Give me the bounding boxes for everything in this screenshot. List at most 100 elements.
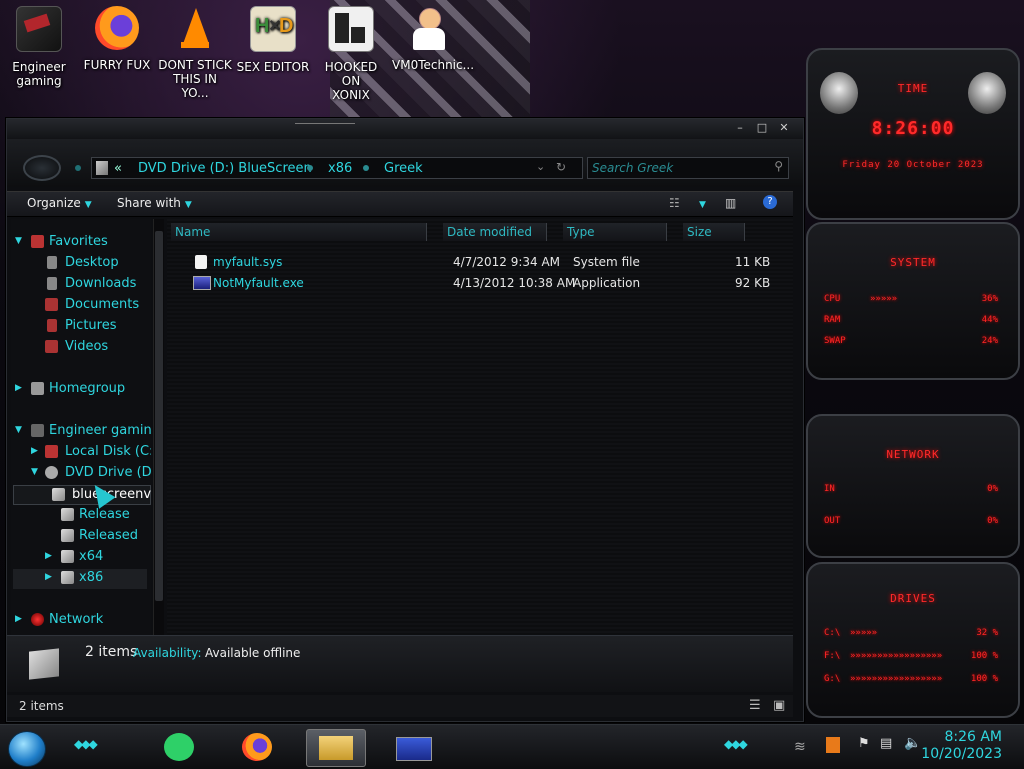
desktop-icon-engineer-gaming[interactable]: Engineer gaming [2, 6, 76, 88]
file-row[interactable]: NotMyfault.exe 4/13/2012 10:38 AM Applic… [187, 274, 787, 294]
desktop-icon-label: DONT STICK THIS IN YO... [158, 58, 232, 100]
start-button[interactable] [8, 731, 46, 767]
taskbar-bluescreenview[interactable] [384, 729, 442, 765]
show-hidden-icons[interactable]: ≋ [794, 739, 806, 755]
view-dropdown-icon[interactable]: ▼ [695, 196, 706, 210]
explorer-window[interactable]: – □ ✕ « DVD Drive (D:) BlueScreen x86 Gr… [6, 118, 804, 722]
nav-scrollbar-thumb[interactable] [155, 231, 163, 601]
nav-scrollbar[interactable] [153, 219, 164, 635]
file-row[interactable]: myfault.sys 4/7/2012 9:34 AM System file… [187, 253, 787, 273]
expand-arrow-icon[interactable]: ▶ [45, 572, 52, 582]
details-item-count: 2 items [85, 644, 138, 660]
taskbar-notes-app[interactable] [150, 729, 208, 765]
file-type: System file [573, 255, 640, 269]
search-box[interactable]: ⚲ [587, 157, 789, 179]
breadcrumb-separator[interactable] [363, 165, 369, 171]
desktop-icon-label: SEX EDITOR [236, 60, 310, 74]
pictures-icon [47, 319, 57, 332]
drive-f-label: F:\ [824, 651, 841, 661]
nav-label: Downloads [65, 276, 137, 291]
taskbar-decoration: ◆◆◆ [74, 737, 98, 751]
command-bar: Organize ▼ Share with ▼ ☷ ▼ ▥ ? [7, 191, 793, 217]
nav-label: x86 [79, 570, 104, 585]
share-with-button[interactable]: Share with ▼ [117, 196, 192, 210]
address-dropdown-icon[interactable]: ⌄ [536, 160, 545, 173]
desktop-icon-label: HOOKED ON XONIX [324, 60, 378, 102]
expand-arrow-icon[interactable]: ▶ [31, 446, 38, 456]
availability-label: Availability: [133, 646, 202, 660]
breadcrumb-greek[interactable]: Greek [384, 161, 423, 176]
file-name: myfault.sys [213, 255, 283, 269]
drives-widget: DRIVES C:\ »»»»» 32 % F:\ »»»»»»»»»»»»»»… [806, 562, 1020, 718]
organize-button[interactable]: Organize ▼ [27, 196, 92, 210]
volume-icon[interactable]: 🔈 [904, 735, 921, 751]
availability-value: Available offline [205, 646, 301, 660]
breadcrumb-x86[interactable]: x86 [328, 161, 352, 176]
back-button[interactable] [23, 155, 61, 181]
tray-app-icon[interactable] [826, 737, 840, 753]
expand-arrow-icon[interactable]: ▶ [45, 551, 52, 561]
desktop-icon-furry-fux[interactable]: FURRY FUX [80, 6, 154, 72]
doctor-icon [407, 6, 451, 50]
title-bar[interactable]: – □ ✕ [7, 119, 803, 140]
column-header-date[interactable]: Date modified [443, 223, 547, 241]
column-header-name[interactable]: Name [171, 223, 427, 241]
taskbar-clock[interactable]: 8:26 AM 10/20/2023 [921, 729, 1002, 763]
folder-icon [61, 571, 74, 584]
folder-icon [61, 550, 74, 563]
vlc-icon [173, 6, 217, 50]
details-view-icon[interactable]: ☰ [749, 698, 761, 713]
net-out-label: OUT [824, 516, 841, 526]
nav-x86[interactable]: ▶ x86 [13, 569, 147, 589]
recent-pages-button[interactable] [75, 165, 81, 171]
desktop-icon-hooked-on-xonix[interactable]: HOOKED ON XONIX [314, 6, 388, 102]
status-item-count: 2 items [19, 699, 64, 713]
desktop-icon [47, 256, 57, 269]
breadcrumb-separator[interactable] [307, 165, 313, 171]
desktop-icon-dont-stick[interactable]: DONT STICK THIS IN YO... [158, 6, 232, 100]
drive-f-bar: »»»»»»»»»»»»»»»»» [850, 651, 943, 661]
taskbar-firefox[interactable] [230, 729, 288, 765]
organize-label: Organize [27, 196, 81, 210]
desktop-icon-vm0technic[interactable]: VM0Technic... [392, 6, 474, 72]
navigation-pane: ▼ Favorites Desktop Downloads Documents … [11, 219, 151, 635]
file-list[interactable]: Name Date modified Type Size myfault.sys… [167, 219, 793, 635]
address-chevron[interactable]: « [114, 161, 122, 176]
refresh-icon[interactable]: ↻ [556, 160, 566, 174]
computer-icon [31, 424, 44, 437]
view-options-icon[interactable]: ☷ [669, 196, 680, 210]
nav-label: Local Disk (C:) [65, 444, 151, 459]
flag-icon[interactable]: ⚑ [858, 736, 870, 751]
large-icons-view-icon[interactable]: ▣ [773, 698, 785, 713]
column-header-size[interactable]: Size [683, 223, 745, 241]
expand-arrow-icon[interactable]: ▶ [15, 614, 22, 624]
maximize-button[interactable]: □ [755, 122, 769, 134]
help-icon[interactable]: ? [763, 195, 777, 209]
search-input[interactable] [592, 160, 762, 176]
network-tray-icon[interactable]: ▤ [880, 736, 892, 751]
system-widget-title: SYSTEM [890, 256, 936, 269]
nav-label: Released [79, 528, 139, 543]
taskbar-explorer[interactable] [306, 729, 366, 767]
collapse-arrow-icon[interactable]: ▼ [31, 467, 38, 477]
drive-f-value: 100 % [970, 651, 998, 661]
search-icon[interactable]: ⚲ [774, 159, 783, 173]
breadcrumb-dvd-drive[interactable]: DVD Drive (D:) BlueScreen [138, 161, 312, 176]
nav-bluescreenview[interactable]: bluescreenview [13, 485, 151, 505]
dvd-icon [45, 466, 58, 479]
desktop-icon-sex-editor[interactable]: H × D SEX EDITOR [236, 6, 310, 74]
address-bar[interactable]: « DVD Drive (D:) BlueScreen x86 Greek ⌄ … [91, 157, 583, 179]
close-button[interactable]: ✕ [777, 122, 791, 134]
file-date: 4/13/2012 10:38 AM [453, 276, 576, 290]
collapse-arrow-icon[interactable]: ▼ [15, 236, 22, 246]
preview-pane-icon[interactable]: ▥ [725, 196, 736, 210]
network-icon [31, 613, 44, 626]
nav-label: Engineer gaming [49, 423, 151, 438]
minimize-button[interactable]: – [733, 122, 747, 134]
nav-label: Homegroup [49, 381, 126, 396]
drives-widget-title: DRIVES [890, 592, 936, 605]
column-header-type[interactable]: Type [563, 223, 667, 241]
net-in-label: IN [824, 484, 835, 494]
collapse-arrow-icon[interactable]: ▼ [15, 425, 22, 435]
expand-arrow-icon[interactable]: ▶ [15, 383, 22, 393]
